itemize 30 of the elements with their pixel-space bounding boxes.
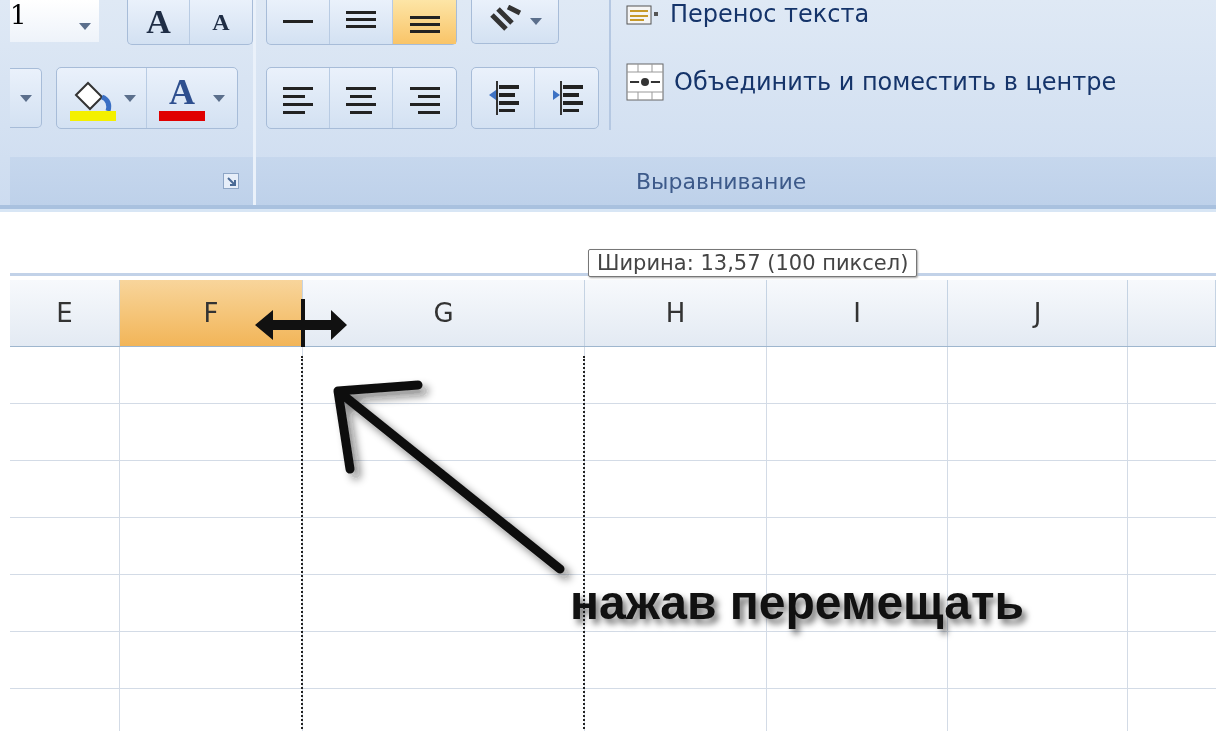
- column-header[interactable]: G: [303, 280, 585, 346]
- wrap-text-icon: [626, 2, 660, 26]
- align-lines-icon: [283, 20, 313, 24]
- orientation-button[interactable]: [471, 0, 559, 44]
- column-header[interactable]: I: [767, 280, 948, 346]
- column-header[interactable]: J: [948, 280, 1128, 346]
- dialog-launcher-icon[interactable]: [223, 173, 239, 189]
- resize-cursor-icon: [253, 299, 347, 347]
- dropdown-caret-icon: [213, 94, 225, 102]
- dropdown-caret-icon: [79, 23, 91, 30]
- column-header[interactable]: H: [585, 280, 767, 346]
- merge-center-button[interactable]: Объединить и поместить в центре: [626, 63, 1117, 101]
- dropdown-caret-icon: [19, 94, 32, 102]
- dropdown-caret-icon: [530, 18, 542, 25]
- annotation-text: нажав перемещать: [570, 575, 1024, 630]
- dropdown-caret-icon: [123, 94, 136, 102]
- font-size-field[interactable]: 1: [10, 0, 99, 42]
- indent-icon: [487, 81, 519, 115]
- column-header[interactable]: F: [120, 280, 303, 346]
- group-label: Выравнивание: [636, 168, 807, 194]
- width-tooltip: Ширина: 13,57 (100 пиксел): [588, 249, 918, 277]
- indent-icon: [550, 81, 583, 115]
- wrap-text-button[interactable]: Перенос текста: [626, 0, 870, 28]
- border-dropdown-button[interactable]: [10, 68, 42, 128]
- shrink-font-button[interactable]: A: [190, 0, 252, 44]
- grow-font-button[interactable]: A: [128, 0, 190, 44]
- column-header[interactable]: E: [10, 280, 120, 346]
- cell-grid[interactable]: [10, 347, 1216, 731]
- vertical-align-button[interactable]: [393, 0, 456, 44]
- merge-cells-icon: [626, 63, 664, 101]
